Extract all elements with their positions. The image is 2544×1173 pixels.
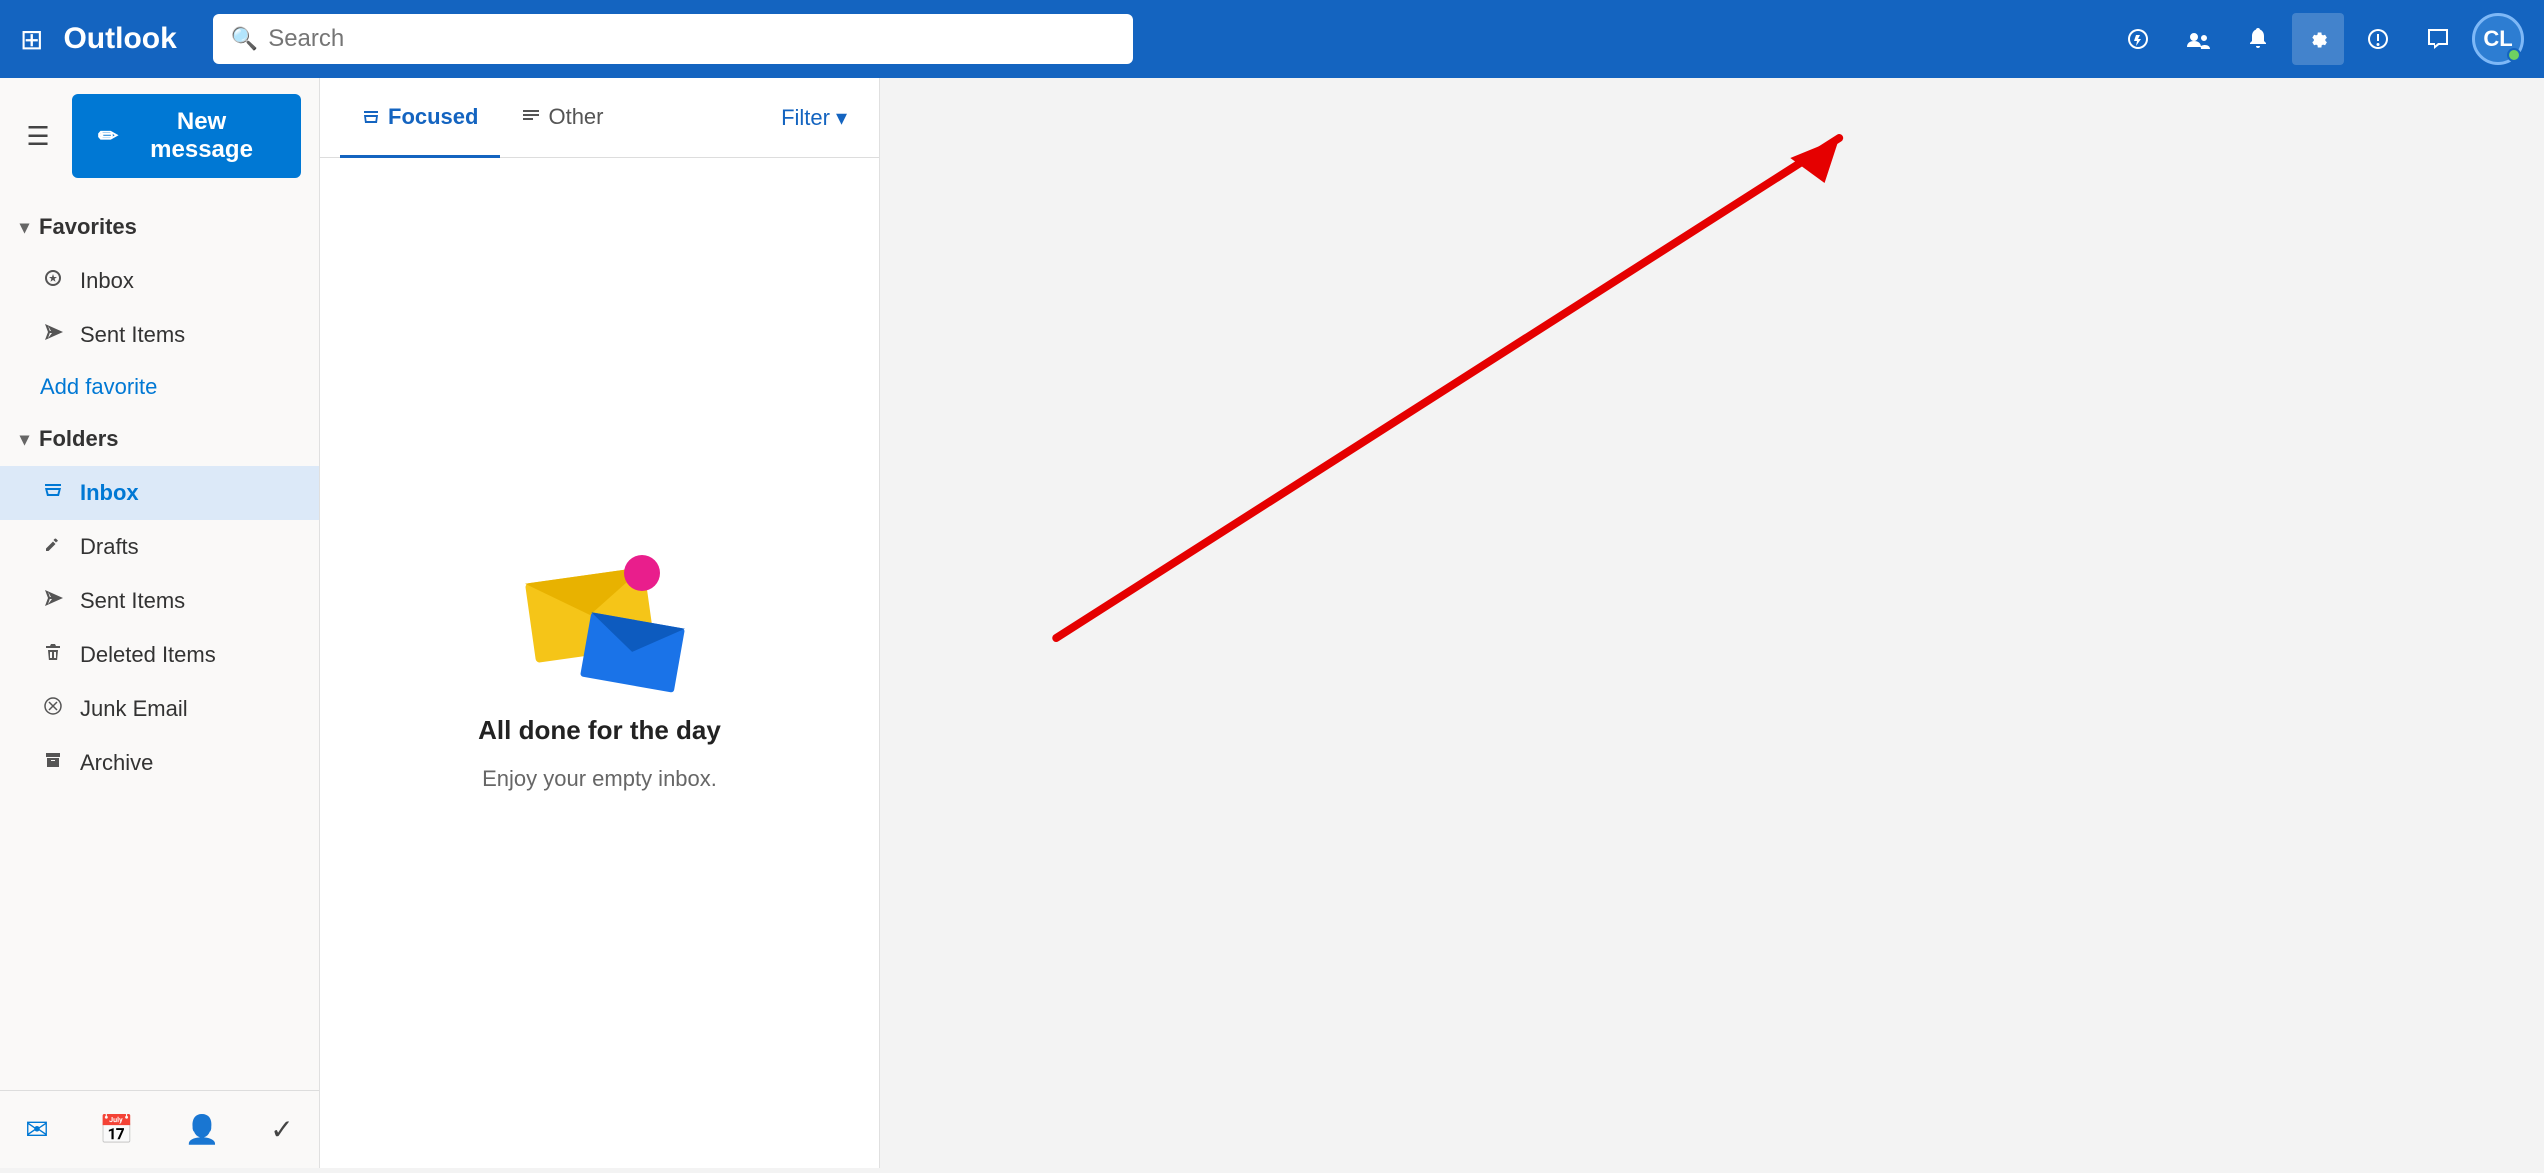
sidebar-item-drafts[interactable]: Drafts <box>0 520 319 574</box>
drafts-icon <box>40 534 66 560</box>
search-box[interactable]: 🔍 <box>213 14 1133 64</box>
favorites-section-header[interactable]: ▾ Favorites <box>0 200 319 254</box>
new-message-button[interactable]: ✏ New message <box>72 94 301 178</box>
favorites-chevron-icon: ▾ <box>20 217 29 238</box>
empty-inbox-title: All done for the day <box>478 715 721 746</box>
folders-section-header[interactable]: ▾ Folders <box>0 412 319 466</box>
annotation-overlay <box>880 78 2544 1168</box>
people-collab-icon-btn[interactable] <box>2172 13 2224 65</box>
header-icons: CL <box>2112 13 2524 65</box>
settings-icon-btn[interactable] <box>2292 13 2344 65</box>
sidebar-top: ☰ ✏ New message <box>0 78 319 194</box>
tab-other[interactable]: Other <box>500 79 625 158</box>
mail-nav-icon[interactable]: ✉ <box>17 1105 56 1154</box>
other-tab-icon <box>522 108 540 126</box>
archive-label: Archive <box>80 750 153 776</box>
inbox-fav-label: Inbox <box>80 268 134 294</box>
top-navigation: ⊞ Outlook 🔍 CL <box>0 0 2544 78</box>
tasks-nav-icon[interactable]: ✓ <box>262 1105 301 1154</box>
search-icon: 🔍 <box>231 26 258 52</box>
online-status-dot <box>2507 48 2521 62</box>
pink-notification-dot <box>624 555 660 591</box>
add-favorite-link[interactable]: Add favorite <box>0 362 319 412</box>
bell-icon-btn[interactable] <box>2232 13 2284 65</box>
main-layout: ☰ ✏ New message ▾ Favorites Inbox <box>0 78 2544 1168</box>
inbox-label: Inbox <box>80 480 139 506</box>
app-title: Outlook <box>63 22 176 56</box>
inbox-fav-icon <box>40 268 66 294</box>
search-input[interactable] <box>268 25 1115 53</box>
sent-label: Sent Items <box>80 588 185 614</box>
deleted-icon <box>40 642 66 668</box>
empty-inbox-illustration <box>510 535 690 695</box>
focused-tab-icon <box>362 108 380 126</box>
sidebar-item-inbox[interactable]: Inbox <box>0 466 319 520</box>
junk-icon <box>40 696 66 722</box>
drafts-label: Drafts <box>80 534 139 560</box>
sidebar-item-sent[interactable]: Sent Items <box>0 574 319 628</box>
feedback-icon-btn[interactable] <box>2412 13 2464 65</box>
sidebar: ☰ ✏ New message ▾ Favorites Inbox <box>0 78 320 1168</box>
tab-bar: Focused Other Filter ▾ <box>320 78 879 158</box>
hamburger-button[interactable]: ☰ <box>18 116 58 156</box>
tab-focused[interactable]: Focused <box>340 79 500 158</box>
sidebar-item-sent-fav[interactable]: Sent Items <box>0 308 319 362</box>
sent-fav-label: Sent Items <box>80 322 185 348</box>
filter-button[interactable]: Filter ▾ <box>769 97 859 139</box>
main-content-area <box>880 78 2544 1168</box>
sidebar-item-inbox-fav[interactable]: Inbox <box>0 254 319 308</box>
empty-inbox-subtitle: Enjoy your empty inbox. <box>482 766 717 792</box>
sent-fav-icon <box>40 322 66 348</box>
sidebar-navigation: ▾ Favorites Inbox Sent Items Add favorit… <box>0 194 319 1090</box>
sidebar-item-archive[interactable]: Archive <box>0 736 319 790</box>
grid-icon[interactable]: ⊞ <box>20 23 43 56</box>
avatar[interactable]: CL <box>2472 13 2524 65</box>
help-icon-btn[interactable] <box>2352 13 2404 65</box>
archive-icon <box>40 750 66 776</box>
blue-envelope <box>580 612 685 693</box>
sidebar-bottom-nav: ✉ 📅 👤 ✓ <box>0 1090 319 1168</box>
junk-label: Junk Email <box>80 696 188 722</box>
deleted-label: Deleted Items <box>80 642 216 668</box>
calendar-nav-icon[interactable]: 📅 <box>91 1105 142 1154</box>
sent-icon <box>40 588 66 614</box>
empty-inbox-state: All done for the day Enjoy your empty in… <box>320 158 879 1168</box>
skype-icon-btn[interactable] <box>2112 13 2164 65</box>
inbox-icon <box>40 480 66 506</box>
email-list-panel: Focused Other Filter ▾ All done for the … <box>320 78 880 1168</box>
sidebar-item-deleted[interactable]: Deleted Items <box>0 628 319 682</box>
new-message-icon: ✏ <box>98 122 118 151</box>
people-nav-icon[interactable]: 👤 <box>177 1105 228 1154</box>
filter-chevron-icon: ▾ <box>836 105 847 131</box>
folders-chevron-icon: ▾ <box>20 429 29 450</box>
sidebar-item-junk[interactable]: Junk Email <box>0 682 319 736</box>
red-arrow-svg <box>880 78 2544 1168</box>
